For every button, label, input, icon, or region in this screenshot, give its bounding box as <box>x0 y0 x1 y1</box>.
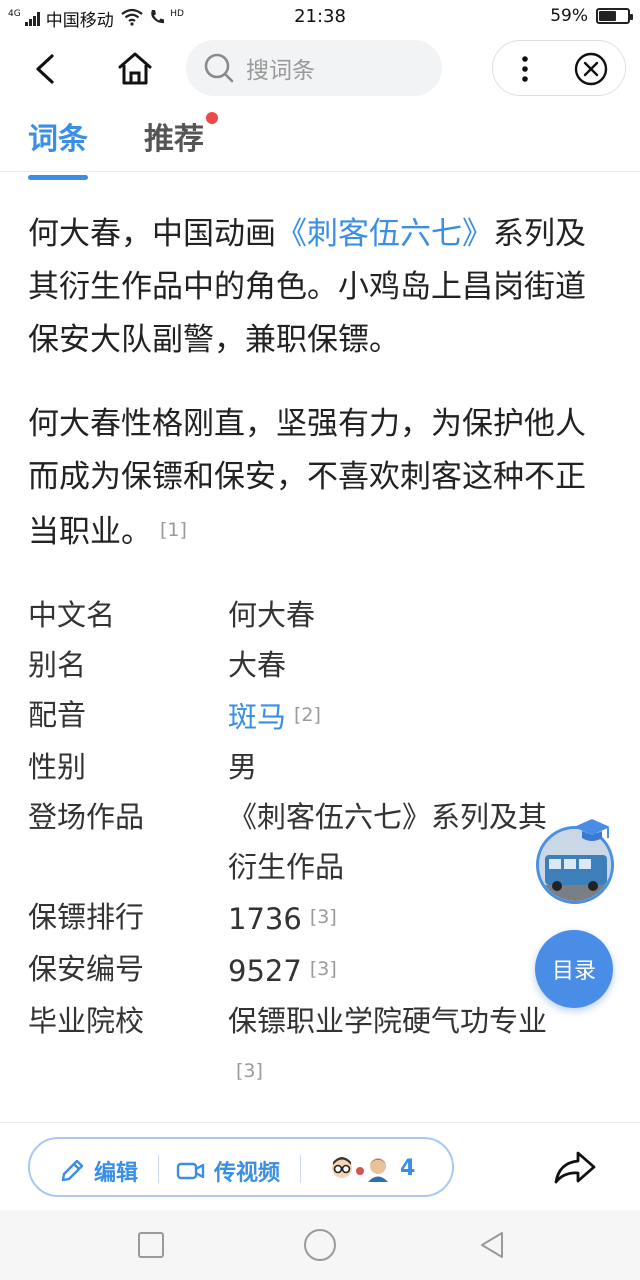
info-row-voice-actor: 配音 斑马 [2] <box>28 690 588 742</box>
info-key: 中文名 <box>28 598 116 632</box>
search-input[interactable]: 搜词条 <box>186 40 442 96</box>
info-row-alias: 别名 大春 <box>28 640 588 690</box>
info-key: 配音 <box>28 698 87 732</box>
battery-group: 59% <box>550 6 633 26</box>
active-tab-underline <box>28 175 88 180</box>
info-key: 保安编号 <box>28 952 145 986</box>
info-value: 保镖职业学院硬气功专业 <box>228 1004 548 1038</box>
share-icon[interactable] <box>552 1147 598 1187</box>
edit-label: 编辑 <box>94 1161 139 1186</box>
battery-icon <box>596 8 633 24</box>
voice-actor-link[interactable]: 斑马 <box>228 700 286 734</box>
mini-program-capsule <box>492 40 626 96</box>
info-key: 别名 <box>28 648 87 682</box>
video-label: 传视频 <box>214 1161 281 1186</box>
info-row-security-id: 保安编号 9527 [3] <box>28 944 588 996</box>
back-triangle-icon[interactable] <box>476 1229 508 1261</box>
action-pill: 编辑 传视频 4 <box>28 1137 454 1197</box>
info-value: 男 <box>228 750 258 784</box>
status-bar: 4G 中国移动 HD 21:38 59% <box>0 0 640 34</box>
tab-recommend[interactable]: 推荐 <box>144 112 218 158</box>
reference-marker[interactable]: [1] <box>160 519 187 541</box>
more-icon[interactable] <box>505 49 545 89</box>
info-row-bodyguard-rank: 保镖排行 1736 [3] <box>28 892 588 944</box>
info-key: 登场作品 <box>28 800 145 834</box>
series-link[interactable]: 《刺客伍六七》 <box>276 216 493 252</box>
info-row-chinese-name: 中文名 何大春 <box>28 590 588 640</box>
upload-video-button[interactable]: 传视频 <box>176 1155 280 1187</box>
search-icon <box>204 53 234 83</box>
contributor-avatars-icon <box>332 1157 388 1182</box>
clock: 21:38 <box>294 6 346 27</box>
home-circle-icon[interactable] <box>302 1227 338 1263</box>
tab-entry[interactable]: 词条 <box>28 114 88 180</box>
bottom-toolbar: 编辑 传视频 4 <box>0 1122 640 1210</box>
tab-entry-label: 词条 <box>28 122 88 157</box>
info-value-wrap: 9527 [3] <box>228 944 588 996</box>
summary-paragraph: 何大春，中国动画《刺客伍六七》系列及其衍生作品中的角色。小鸡岛上昌岗街道保安大队… <box>28 208 606 367</box>
info-row-school: 毕业院校 保镖职业学院硬气功专业 [3] <box>28 996 588 1098</box>
contributors-button[interactable]: 4 <box>330 1153 415 1183</box>
info-key: 性别 <box>28 750 87 784</box>
top-nav: 搜词条 <box>0 34 640 104</box>
info-box: 中文名 何大春 别名 大春 配音 斑马 [2] 性别 男 登场作品 《刺客伍六七》… <box>28 590 588 1098</box>
recent-apps-icon[interactable] <box>136 1230 166 1260</box>
info-key: 保镖排行 <box>28 900 145 934</box>
reference-marker[interactable]: [3] <box>310 958 337 980</box>
personality-paragraph: 何大春性格刚直，坚强有力，为保护他人而成为保镖和保安，不喜欢刺客这种不正当职业。… <box>28 398 606 559</box>
pencil-icon <box>61 1159 84 1182</box>
info-value: 9527 <box>228 954 302 988</box>
info-value: 何大春 <box>228 598 316 632</box>
notification-dot <box>206 112 218 124</box>
info-row-appearances: 登场作品 《刺客伍六七》系列及其衍生作品 <box>28 792 588 892</box>
divider <box>158 1155 159 1183</box>
battery-percent: 59% <box>550 6 588 26</box>
reference-marker[interactable]: [2] <box>294 704 321 726</box>
close-icon[interactable] <box>571 49 611 89</box>
battery-fill <box>599 11 616 21</box>
reference-marker[interactable]: [3] <box>310 906 337 928</box>
video-camera-icon <box>176 1162 205 1180</box>
reference-marker[interactable]: [3] <box>236 1060 263 1082</box>
info-row-gender: 性别 男 <box>28 742 588 792</box>
edit-button[interactable]: 编辑 <box>58 1155 138 1187</box>
info-value: 大春 <box>228 648 287 682</box>
back-arrow-icon[interactable] <box>22 46 68 92</box>
info-value-wrap: 斑马 [2] <box>228 690 588 742</box>
search-placeholder: 搜词条 <box>246 58 315 84</box>
graduation-cap-icon <box>574 819 610 841</box>
home-icon[interactable] <box>112 46 158 92</box>
summary-text-a: 何大春，中国动画 <box>28 216 276 252</box>
info-value-wrap: 保镖职业学院硬气功专业 [3] <box>228 996 588 1098</box>
info-value: 1736 <box>228 902 302 936</box>
tab-bar: 词条 推荐 <box>0 104 640 180</box>
info-key: 毕业院校 <box>28 1004 145 1038</box>
toc-button[interactable]: 目录 <box>535 930 613 1008</box>
contributors-count: 4 <box>400 1155 416 1181</box>
divider <box>300 1155 301 1183</box>
info-value: 《刺客伍六七》系列及其衍生作品 <box>228 800 548 884</box>
tab-recommend-label: 推荐 <box>144 122 204 157</box>
info-value-wrap: 1736 [3] <box>228 892 588 944</box>
personality-text: 何大春性格刚直，坚强有力，为保护他人而成为保镖和保安，不喜欢刺客这种不正当职业。 <box>28 406 586 550</box>
system-navigation-bar <box>0 1210 640 1280</box>
